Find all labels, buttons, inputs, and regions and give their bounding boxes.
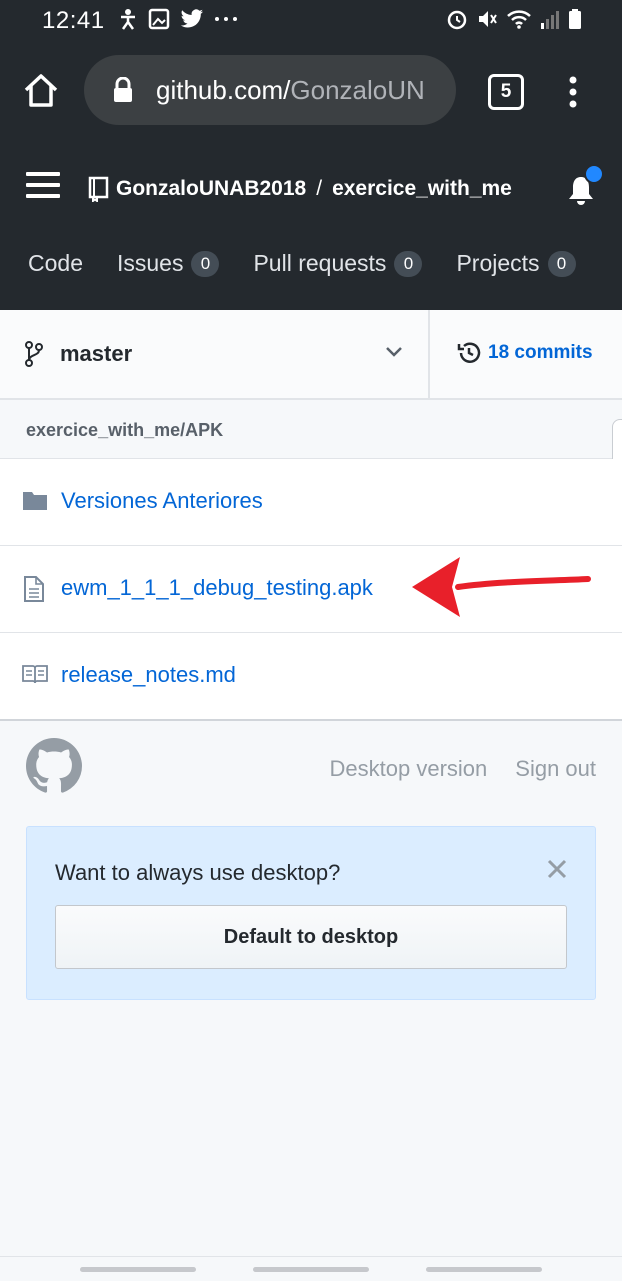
github-logo-icon[interactable]: [26, 738, 82, 799]
close-icon[interactable]: [545, 857, 569, 881]
twitter-icon: [180, 9, 204, 29]
path-header: exercice_with_me/APK: [0, 400, 622, 459]
sign-out-link[interactable]: Sign out: [515, 756, 596, 782]
pull-requests-count-badge: 0: [394, 250, 423, 277]
branch-selector[interactable]: master: [0, 310, 430, 398]
repo-name-link[interactable]: exercice_with_me: [332, 177, 512, 201]
red-arrow-annotation: [412, 557, 591, 617]
file-link[interactable]: ewm_1_1_1_debug_testing.apk: [61, 575, 373, 601]
branch-name: master: [60, 341, 133, 366]
home-icon[interactable]: [22, 72, 60, 110]
file-link[interactable]: Versiones Anteriores: [61, 488, 263, 514]
accessibility-icon: [118, 8, 138, 30]
more-dots-icon: [214, 16, 238, 22]
lock-icon: [112, 76, 134, 108]
nav-home-pill[interactable]: [253, 1267, 369, 1272]
file-icon: [22, 576, 46, 607]
tab-pull-requests[interactable]: Pull requests 0: [253, 250, 423, 277]
issues-count-badge: 0: [191, 250, 220, 277]
url-bar[interactable]: github.com/GonzaloUN: [84, 55, 456, 125]
browser-toolbar: github.com/GonzaloUN 5: [0, 42, 622, 138]
alarm-icon: [446, 8, 468, 30]
folder-icon: [22, 489, 48, 516]
file-row-versiones-anteriores[interactable]: Versiones Anteriores: [0, 459, 622, 546]
nav-recents-pill[interactable]: [426, 1267, 542, 1272]
status-time: 12:41: [42, 7, 105, 34]
tab-code[interactable]: Code: [28, 250, 83, 277]
projects-count-badge: 0: [547, 250, 576, 277]
signal-icon: [540, 8, 560, 30]
nav-back-pill[interactable]: [80, 1267, 196, 1272]
current-path: exercice_with_me/APK: [26, 420, 224, 440]
desktop-preference-banner: Want to always use desktop? Default to d…: [26, 826, 596, 1000]
branch-commits-row: master 18 commits: [0, 310, 622, 400]
file-row-release-notes[interactable]: release_notes.md: [0, 633, 622, 719]
tab-projects[interactable]: Projects 0: [456, 250, 576, 277]
banner-question: Want to always use desktop?: [55, 860, 341, 885]
tab-issues-label: Issues: [116, 250, 184, 276]
history-icon: [457, 342, 481, 363]
url-host: github.com/: [156, 75, 291, 105]
repo-separator: /: [316, 177, 323, 200]
status-notification-icons: [118, 8, 238, 30]
footer-links: Desktop version Sign out: [330, 756, 596, 782]
git-branch-icon: [24, 340, 44, 373]
repo-title: GonzaloUNAB2018 / exercice_with_me: [88, 176, 512, 202]
desktop-version-link[interactable]: Desktop version: [330, 756, 488, 782]
system-navigation-bar: [0, 1256, 622, 1281]
overflow-menu-icon[interactable]: [562, 72, 584, 112]
tab-switcher-button[interactable]: 5: [488, 74, 524, 110]
tab-projects-label: Projects: [456, 250, 540, 276]
commits-count: 18 commits: [488, 342, 593, 363]
github-header: GonzaloUNAB2018 / exercice_with_me Code …: [0, 138, 622, 310]
repo-book-icon: [88, 176, 110, 202]
wifi-icon: [506, 8, 532, 30]
battery-icon: [568, 8, 582, 30]
status-system-icons: [446, 8, 582, 30]
tab-code-label: Code: [28, 250, 83, 276]
notification-unread-dot: [584, 164, 604, 184]
book-icon: [22, 663, 48, 690]
tab-issues[interactable]: Issues 0: [116, 250, 220, 277]
gallery-icon: [148, 8, 170, 30]
repo-owner-link[interactable]: GonzaloUNAB2018: [116, 177, 306, 201]
url-path: GonzaloUN: [290, 75, 425, 105]
tab-pull-requests-label: Pull requests: [253, 250, 387, 276]
chevron-down-icon: [384, 342, 404, 367]
default-to-desktop-button[interactable]: Default to desktop: [55, 905, 567, 969]
repo-nav-tabs: Code Issues 0 Pull requests 0 Projects 0: [28, 250, 610, 277]
file-link[interactable]: release_notes.md: [61, 662, 236, 688]
commits-link[interactable]: 18 commits: [456, 340, 593, 366]
status-bar: 12:41: [0, 0, 622, 42]
mute-icon: [476, 8, 498, 30]
site-footer: Desktop version Sign out: [0, 718, 622, 818]
hamburger-menu-icon[interactable]: [26, 172, 60, 202]
url-text: github.com/GonzaloUN: [156, 75, 425, 106]
